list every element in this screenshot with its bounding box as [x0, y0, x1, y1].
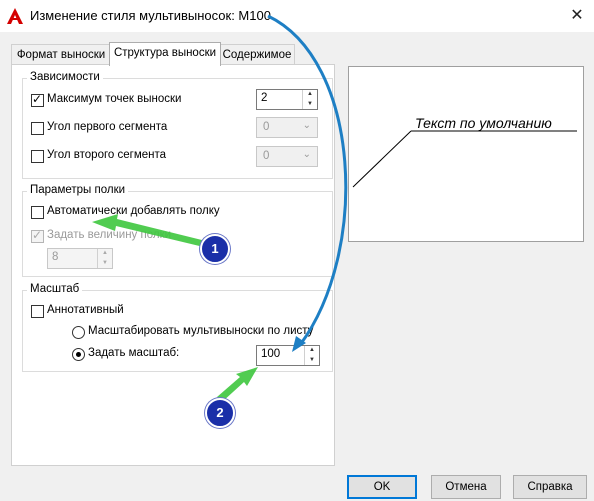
chevron-down-icon: ⌄ [302, 120, 311, 131]
constraints-legend: Зависимости [27, 71, 103, 83]
window-title: Изменение стиля мультивыносок: M100 [30, 8, 271, 23]
first-segment-label: Угол первого сегмента [47, 121, 168, 133]
first-segment-checkbox[interactable] [31, 122, 44, 135]
annotation-badge-2: 2 [205, 398, 235, 428]
cancel-button[interactable]: Отмена [431, 475, 501, 499]
auto-include-landing-checkbox[interactable] [31, 206, 44, 219]
spin-up-icon[interactable]: ▲ [98, 249, 112, 259]
specify-scale-label: Задать масштаб: [88, 347, 180, 359]
max-points-checkbox[interactable] [31, 92, 44, 107]
landing-distance-value: 8 [52, 251, 59, 263]
chevron-down-icon: ⌄ [302, 149, 311, 160]
scale-value: 100 [261, 348, 281, 360]
max-points-value: 2 [261, 92, 268, 104]
specify-scale-radio[interactable] [72, 348, 85, 361]
ok-button[interactable]: OK [347, 475, 417, 499]
preview-leader-line [352, 130, 577, 188]
scale-value-spinner[interactable]: 100 ▲ ▼ [256, 345, 320, 366]
auto-include-landing-label: Автоматически добавлять полку [47, 205, 220, 217]
spin-up-icon[interactable]: ▲ [303, 90, 317, 100]
first-segment-angle-select[interactable]: 0 ⌄ [256, 117, 318, 138]
close-button[interactable]: ✕ [560, 0, 594, 32]
tab-leader-format[interactable]: Формат выноски [11, 44, 111, 65]
tab-leader-structure[interactable]: Структура выноски [109, 42, 221, 66]
second-segment-angle-select[interactable]: 0 ⌄ [256, 146, 318, 167]
spin-down-icon[interactable]: ▼ [303, 100, 317, 110]
set-landing-distance-checkbox[interactable] [31, 228, 44, 243]
scale-legend: Масштаб [27, 283, 83, 295]
second-segment-checkbox[interactable] [31, 150, 44, 163]
max-points-spinner[interactable]: 2 ▲ ▼ [256, 89, 318, 110]
preview-text: Текст по умолчанию [415, 115, 552, 131]
set-landing-distance-label: Задать величину полки [47, 229, 172, 241]
annotation-badge-1: 1 [200, 234, 230, 264]
second-segment-angle-value: 0 [263, 150, 270, 162]
scale-to-layout-label: Масштабировать мультивыноски по листу [88, 325, 314, 337]
spin-down-icon[interactable]: ▼ [305, 356, 319, 366]
help-button[interactable]: Справка [513, 475, 587, 499]
max-points-label: Максимум точек выноски [47, 93, 182, 105]
landing-distance-spinner[interactable]: 8 ▲ ▼ [47, 248, 113, 269]
annotative-checkbox[interactable] [31, 305, 44, 318]
spin-down-icon[interactable]: ▼ [98, 259, 112, 269]
close-icon: ✕ [570, 7, 584, 24]
autocad-logo-icon [6, 7, 24, 25]
landing-legend: Параметры полки [27, 184, 129, 196]
tab-content[interactable]: Содержимое [219, 44, 295, 65]
first-segment-angle-value: 0 [263, 121, 270, 133]
second-segment-label: Угол второго сегмента [47, 149, 167, 161]
annotative-label: Аннотативный [47, 304, 124, 316]
preview-pane: Текст по умолчанию [348, 66, 584, 242]
spin-up-icon[interactable]: ▲ [305, 346, 319, 356]
scale-to-layout-radio[interactable] [72, 326, 85, 339]
